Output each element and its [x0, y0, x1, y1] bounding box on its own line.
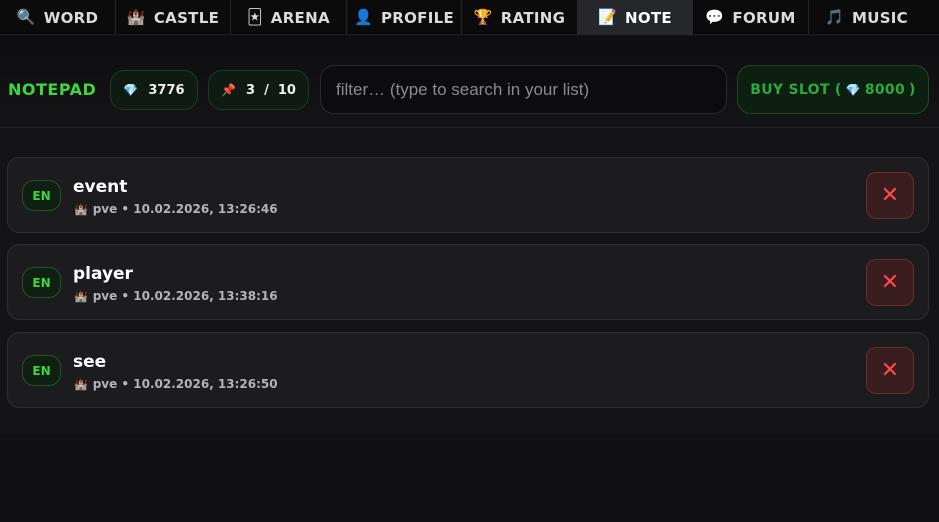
top-nav: 🔍 WORD 🏰 CASTLE 🃏 ARENA 👤 PROFILE 🏆 RATI…: [0, 0, 939, 35]
diamond-icon: 💎: [123, 83, 139, 97]
tab-rating[interactable]: 🏆 RATING: [462, 0, 578, 35]
tab-word[interactable]: 🔍 WORD: [0, 0, 116, 35]
note-meta: 🏰 pve • 10.02.2026, 13:26:50: [74, 377, 278, 391]
slot-count-value: 3 / 10: [245, 82, 296, 98]
notes-list: EN event 🏰 pve • 10.02.2026, 13:26:46 ✕ …: [0, 129, 939, 434]
delete-note-button[interactable]: ✕: [866, 347, 914, 394]
trophy-icon: 🏆: [473, 8, 493, 26]
delete-note-button[interactable]: ✕: [866, 259, 914, 306]
tab-label: WORD: [43, 8, 99, 27]
buy-slot-button[interactable]: BUY SLOT ( 💎 8000 ): [737, 65, 929, 114]
music-note-icon: 🎵: [825, 8, 844, 26]
tab-label: MUSIC: [851, 8, 908, 27]
buy-slot-suffix: ): [909, 81, 916, 98]
buy-slot-label: BUY SLOT (: [750, 81, 842, 98]
note-meta: 🏰 pve • 10.02.2026, 13:38:16: [74, 289, 278, 303]
speech-bubble-icon: 💬: [705, 8, 725, 26]
tab-castle[interactable]: 🏰 CASTLE: [116, 0, 231, 35]
tab-label: FORUM: [732, 8, 796, 27]
magnifier-icon: 🔍: [16, 8, 36, 26]
diamond-icon: 💎: [845, 82, 861, 97]
profile-bust-icon: 👤: [353, 8, 373, 26]
note-word: see: [73, 352, 107, 372]
tab-note[interactable]: 📝 NOTE: [578, 0, 693, 35]
notepad-toolbar: NOTEPAD 💎 3776 📌 3 / 10 BUY SLOT ( 💎 800…: [0, 36, 939, 128]
close-icon: ✕: [880, 183, 900, 208]
tab-profile[interactable]: 👤 PROFILE: [347, 0, 462, 35]
page-title: NOTEPAD: [8, 80, 97, 99]
notepad-icon: 📝: [598, 8, 617, 26]
castle-icon: 🏰: [126, 8, 146, 26]
note-source-date: pve • 10.02.2026, 13:26:46: [92, 202, 278, 216]
note-meta: 🏰 pve • 10.02.2026, 13:26:46: [74, 202, 278, 216]
buy-slot-price: 8000: [864, 81, 905, 98]
tab-label: ARENA: [270, 8, 330, 27]
tab-forum[interactable]: 💬 FORUM: [693, 0, 809, 35]
empty-area: [0, 434, 939, 522]
tab-music[interactable]: 🎵 MUSIC: [809, 0, 924, 35]
note-source-date: pve • 10.02.2026, 13:26:50: [92, 377, 278, 391]
castle-icon: 🏰: [74, 289, 88, 303]
gem-balance-badge: 💎 3776: [110, 70, 198, 110]
language-badge: EN: [22, 180, 61, 211]
note-word: event: [73, 177, 128, 197]
gem-balance-value: 3776: [148, 82, 185, 98]
note-word: player: [73, 264, 133, 284]
tab-label: NOTE: [625, 8, 672, 27]
card-icon: 🃏: [247, 8, 263, 26]
delete-note-button[interactable]: ✕: [866, 172, 914, 219]
tab-label: CASTLE: [153, 8, 220, 27]
close-icon: ✕: [880, 358, 900, 383]
note-card: EN see 🏰 pve • 10.02.2026, 13:26:50 ✕: [7, 332, 929, 408]
close-icon: ✕: [880, 270, 900, 295]
filter-input[interactable]: [320, 65, 727, 114]
note-source-date: pve • 10.02.2026, 13:38:16: [92, 289, 278, 303]
tab-label: PROFILE: [380, 8, 454, 27]
language-badge: EN: [22, 355, 61, 386]
note-card: EN player 🏰 pve • 10.02.2026, 13:38:16 ✕: [7, 244, 929, 320]
castle-icon: 🏰: [74, 377, 88, 391]
slot-count-badge: 📌 3 / 10: [208, 70, 309, 110]
pin-icon: 📌: [221, 83, 236, 97]
note-card: EN event 🏰 pve • 10.02.2026, 13:26:46 ✕: [7, 157, 929, 233]
castle-icon: 🏰: [74, 202, 88, 216]
tab-label: RATING: [500, 8, 566, 27]
tab-arena[interactable]: 🃏 ARENA: [231, 0, 347, 35]
language-badge: EN: [22, 267, 61, 298]
